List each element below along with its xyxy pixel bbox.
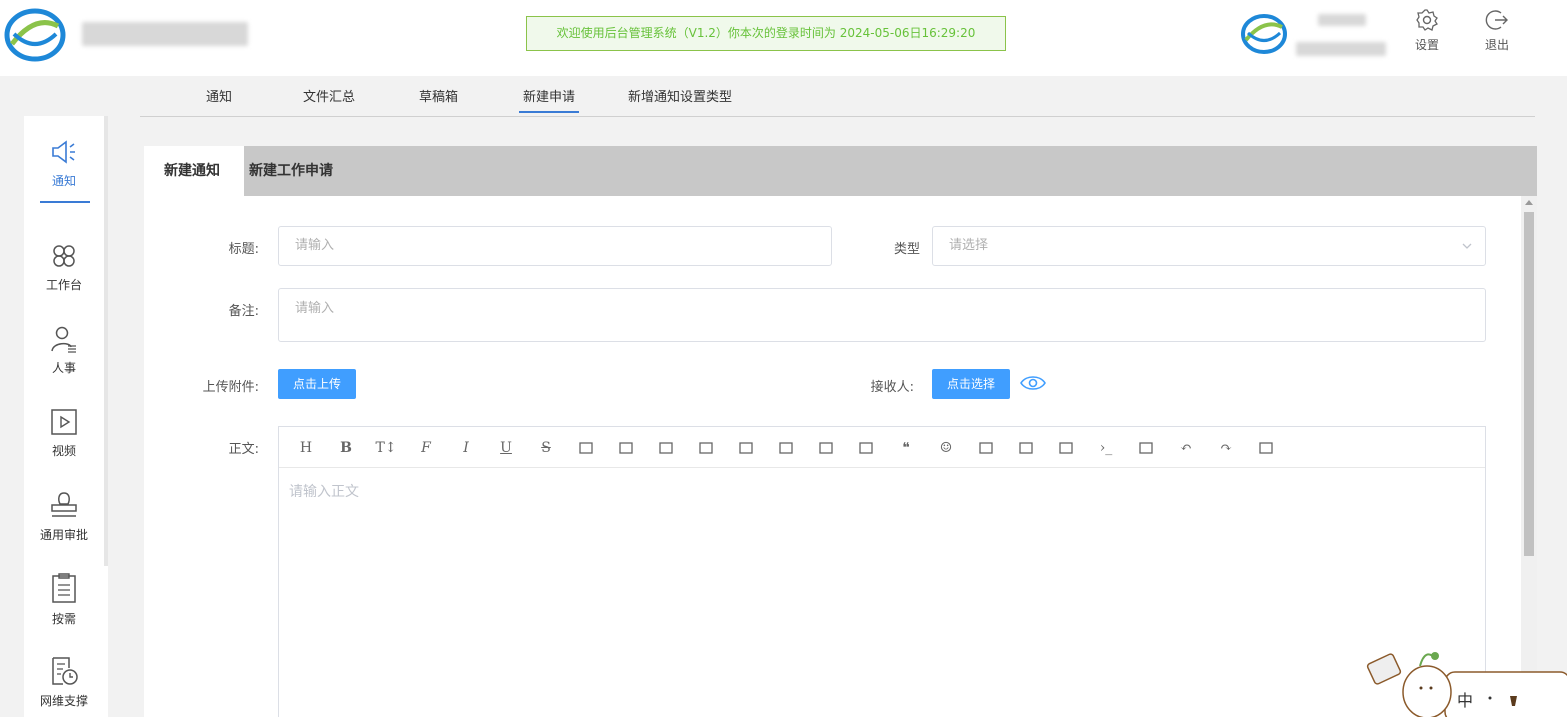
rich-text-editor: H B T↕ F I U S ❝ ☺ ›_ ↶ ↷ 请输入正文 [278, 426, 1486, 717]
sidebar-item-label: 工作台 [45, 278, 82, 292]
sidebar-scrollbar[interactable] [104, 116, 108, 566]
video-icon[interactable] [1016, 438, 1036, 458]
sidebar: 通知 工作台 人事 视频 通用审批 按需 网维支撑 [24, 116, 108, 717]
select-receiver-button[interactable]: 点击选择 [932, 369, 1010, 399]
bold-icon[interactable]: B [336, 438, 356, 458]
tab-file-summary[interactable]: 文件汇总 [303, 86, 355, 113]
sidebar-item-label: 通知 [51, 174, 76, 188]
font-icon[interactable]: F [416, 438, 436, 458]
clipboard-icon [52, 573, 76, 603]
quote-icon[interactable]: ❝ [896, 438, 916, 458]
editor-placeholder[interactable]: 请输入正文 [289, 481, 359, 501]
settings-label: 设置 [1414, 38, 1439, 52]
editor-toolbar: H B T↕ F I U S ❝ ☺ ›_ ↶ ↷ [279, 427, 1485, 468]
body-label: 正文: [228, 442, 259, 457]
image-icon[interactable] [976, 438, 996, 458]
app-header: 欢迎使用后台管理系统（V1.2）你本次的登录时间为 2024-05-06日16:… [0, 0, 1567, 76]
panel-tabs: 新建通知 新建工作申请 [144, 146, 1537, 196]
pen-icon[interactable] [656, 438, 676, 458]
divider-icon[interactable] [1136, 438, 1156, 458]
user-list-icon [51, 326, 76, 353]
attach-label: 上传附件: [202, 380, 259, 395]
sidebar-item-notice[interactable]: 通知 [24, 138, 104, 203]
document-clock-icon [52, 657, 78, 685]
underline-icon[interactable]: U [496, 438, 516, 458]
sidebar-item-label: 按需 [51, 612, 76, 626]
type-select-placeholder: 请选择 [949, 238, 989, 253]
main-panel: 新建通知 新建工作申请 标题: 请输入 类型 请选择 备注: 请输入 上传附件:… [144, 146, 1537, 717]
logout-button[interactable]: 退出 [1477, 8, 1517, 53]
indent-icon[interactable] [576, 438, 596, 458]
settings-button[interactable]: 设置 [1407, 8, 1447, 53]
sidebar-item-on-demand[interactable]: 按需 [24, 572, 104, 627]
link-icon[interactable] [736, 438, 756, 458]
strikethrough-icon[interactable]: S [536, 438, 556, 458]
mascot-text: 中 [1457, 691, 1473, 710]
scroll-up-icon[interactable] [1525, 200, 1533, 205]
user-avatar-logo [1241, 14, 1287, 54]
welcome-banner: 欢迎使用后台管理系统（V1.2）你本次的登录时间为 2024-05-06日16:… [526, 16, 1006, 51]
emoji-icon[interactable]: ☺ [936, 438, 956, 458]
remark-textarea[interactable]: 请输入 [278, 288, 1486, 342]
tab-notice[interactable]: 通知 [206, 86, 232, 113]
sidebar-item-approval[interactable]: 通用审批 [24, 490, 104, 543]
upload-button[interactable]: 点击上传 [278, 369, 356, 399]
video-icon [51, 409, 77, 435]
panel-scrollbar[interactable] [1521, 196, 1537, 717]
sidebar-item-network-support[interactable]: 网维支撑 [24, 656, 104, 709]
clover-icon [53, 245, 75, 267]
type-label: 类型 [893, 242, 920, 257]
undo-icon[interactable]: ↶ [1176, 438, 1196, 458]
megaphone-icon [52, 140, 75, 164]
scrollbar-thumb[interactable] [1524, 212, 1534, 556]
brand-logo [4, 8, 66, 62]
receiver-label: 接收人: [870, 380, 914, 395]
sidebar-item-label: 人事 [51, 361, 76, 375]
type-select[interactable]: 请选择 [932, 226, 1486, 266]
line-height-icon[interactable] [616, 438, 636, 458]
tab-new-notice-type[interactable]: 新增通知设置类型 [628, 86, 732, 113]
redo-icon[interactable]: ↷ [1216, 438, 1236, 458]
sidebar-item-workbench[interactable]: 工作台 [24, 242, 104, 293]
logout-icon [1485, 10, 1508, 30]
brand-name-redacted [82, 22, 248, 46]
tab-new-work-application[interactable]: 新建工作申请 [229, 146, 353, 196]
logout-label: 退出 [1484, 38, 1509, 52]
top-nav-tabs: 通知 文件汇总 草稿箱 新建申请 新增通知设置类型 [140, 76, 1535, 117]
title-input[interactable]: 请输入 [278, 226, 832, 266]
checkbox-icon[interactable] [816, 438, 836, 458]
tab-new-application[interactable]: 新建申请 [519, 86, 579, 113]
sidebar-item-label: 视频 [51, 444, 76, 458]
sidebar-item-label: 通用审批 [39, 528, 88, 542]
remark-label: 备注: [228, 304, 259, 319]
stamp-icon [51, 492, 77, 517]
user-dept-redacted [1296, 42, 1386, 56]
text-size-icon[interactable]: T↕ [375, 438, 396, 458]
chevron-down-icon [1462, 243, 1472, 249]
sidebar-item-label: 网维支撑 [39, 694, 88, 708]
italic-icon[interactable]: I [456, 438, 476, 458]
table-icon[interactable] [1056, 438, 1076, 458]
heading-icon[interactable]: H [296, 438, 316, 458]
eye-icon[interactable] [1020, 374, 1046, 392]
active-indicator [40, 201, 90, 203]
gear-icon [1416, 9, 1438, 31]
user-name-redacted [1318, 14, 1366, 26]
tab-drafts[interactable]: 草稿箱 [419, 86, 458, 113]
fullscreen-icon[interactable] [1256, 438, 1276, 458]
align-icon[interactable] [856, 438, 876, 458]
bullet-list-icon[interactable] [776, 438, 796, 458]
brush-icon[interactable] [696, 438, 716, 458]
code-icon[interactable]: ›_ [1096, 438, 1116, 458]
title-label: 标题: [228, 242, 259, 257]
mascot-decoration: 中 [1366, 652, 1567, 717]
sidebar-item-video[interactable]: 视频 [24, 408, 104, 459]
sidebar-item-hr[interactable]: 人事 [24, 325, 104, 376]
